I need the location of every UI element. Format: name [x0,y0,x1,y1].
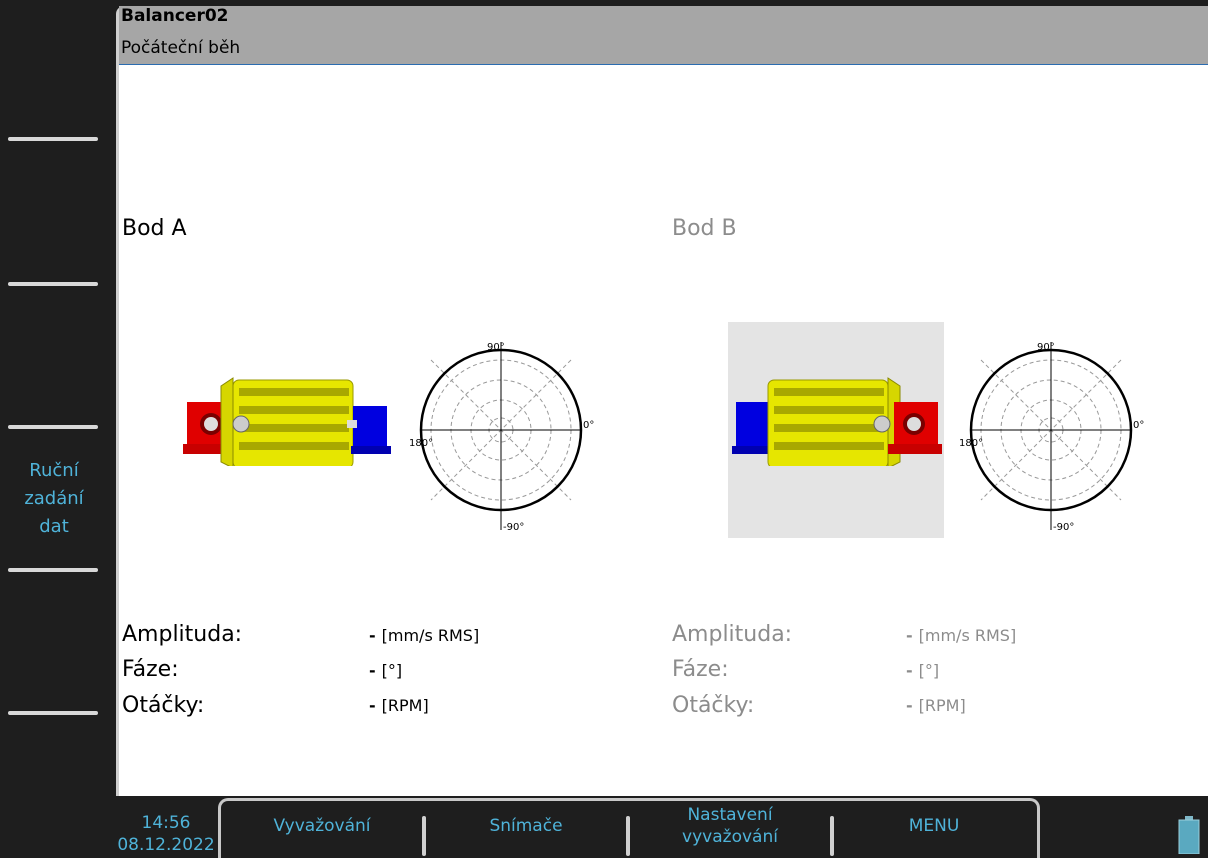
polar-b-label-0: 0° [1133,420,1144,431]
point-b-phase-label: Fáze: [672,657,729,682]
point-b-amplitude-label: Amplituda: [672,622,793,647]
clock-date: 08.12.2022 [117,835,215,855]
title-bar: Balancer02 Počáteční běh [119,6,1208,65]
bearing-right-blue [347,406,391,454]
battery-icon [1178,816,1200,854]
balancing-settings-button[interactable]: Nastavení vyvažování [630,796,830,856]
bearing-left-blue [732,402,772,454]
rotor-diagram-b [732,377,942,466]
polar-b-label-minus90: -90° [1053,522,1074,533]
rotor-body [220,377,354,466]
point-b-title: Bod B [672,216,737,241]
side-key-1[interactable] [0,0,108,138]
point-a-amplitude-value: - [369,626,376,645]
point-a-phase-label: Fáze: [122,657,179,682]
manual-data-entry-button[interactable]: Ruční zadání dat [0,429,108,569]
polar-b-label-90: 90° [1037,342,1055,353]
point-b-phase-value: - [906,661,913,680]
clock: 14:56 08.12.2022 [116,796,216,856]
point-b-amplitude-value: - [906,626,913,645]
rotor-diagram-a [183,377,391,466]
side-key-2[interactable] [0,141,108,283]
point-b-speed-label: Otáčky: [672,693,755,718]
polar-b-label-180: 180° [959,438,983,449]
left-softkey-panel: Ruční zadání dat [0,0,112,858]
polar-a-label-minus90: -90° [503,522,524,533]
main-screen: Balancer02 Počáteční běh Bod A 90° 0° 18… [116,6,1208,796]
clock-time: 14:56 [141,813,191,833]
point-a-amplitude-label: Amplituda: [122,622,243,647]
polar-a-label-90: 90° [487,342,505,353]
balancing-button[interactable]: Vyvažování [222,796,422,856]
menu-button[interactable]: MENU [834,796,1034,856]
side-key-3[interactable] [0,286,108,426]
side-key-5[interactable] [0,572,108,712]
polar-a-label-180: 180° [409,438,433,449]
polar-a-label-0: 0° [583,420,594,431]
polar-plot-b: 90° 0° 180° -90° [959,342,1144,533]
rotor-body [767,377,901,466]
point-a-amplitude-unit: [mm/s RMS] [381,626,480,645]
sensors-button[interactable]: Snímače [426,796,626,856]
bearing-right-red [888,402,942,454]
point-b-speed-unit: [RPM] [918,696,966,715]
point-a-phase-unit: [°] [381,661,403,680]
point-b-amplitude-unit: [mm/s RMS] [918,626,1017,645]
point-a-speed-unit: [RPM] [381,696,429,715]
side-key-6[interactable] [0,715,108,795]
point-b-phase-unit: [°] [918,661,940,680]
page-subtitle: Počáteční běh [121,38,241,58]
point-a-title: Bod A [122,216,187,241]
point-a-phase-value: - [369,661,376,680]
point-b-speed-value: - [906,696,913,715]
page-title: Balancer02 [121,6,229,26]
point-a-speed-label: Otáčky: [122,693,205,718]
point-a-speed-value: - [369,696,376,715]
polar-plot-a: 90° 0° 180° -90° [409,342,594,533]
bottom-softkey-bar: 14:56 08.12.2022 Vyvažování Snímače Nast… [0,796,1208,858]
